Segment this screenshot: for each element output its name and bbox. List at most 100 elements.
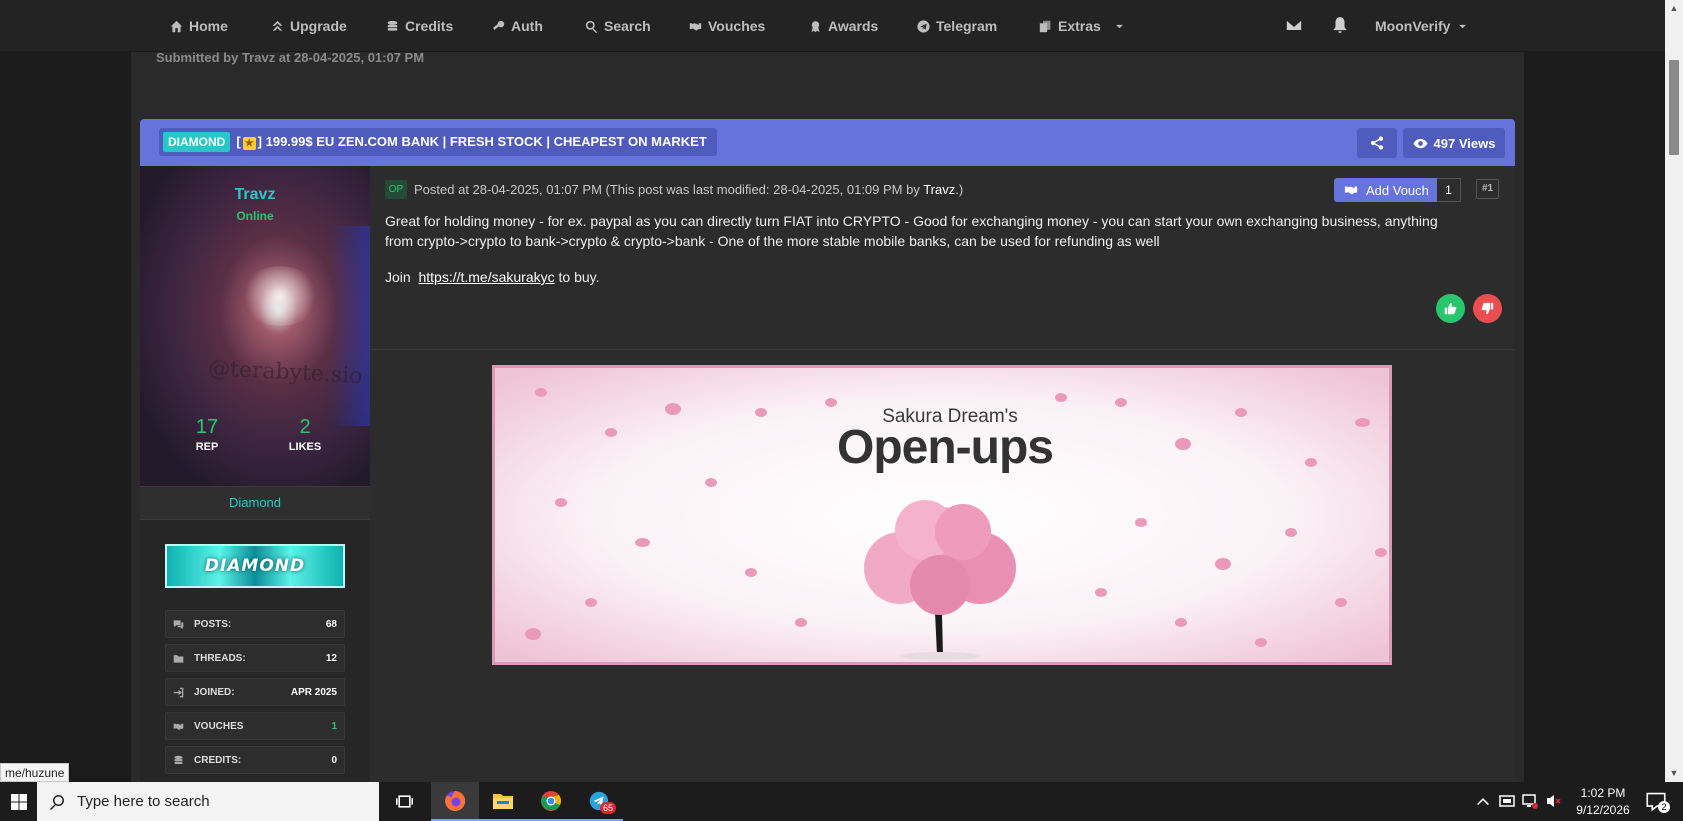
likes-value: 2: [299, 416, 311, 438]
user-menu[interactable]: MoonVerify: [1375, 0, 1467, 52]
diamond-badge: DIAMOND: [163, 132, 231, 152]
thumbs-up-icon: [1444, 302, 1457, 315]
taskbar-file-explorer[interactable]: [479, 782, 527, 821]
upgrade-icon: [272, 20, 283, 31]
scroll-up-arrow[interactable]: ▲: [1669, 3, 1679, 13]
handshake-icon: [173, 723, 184, 730]
nav-label: Vouches: [708, 18, 766, 34]
info-value: APR 2025: [290, 686, 337, 698]
share-button[interactable]: [1357, 128, 1397, 158]
taskbar-search-placeholder: Type here to search: [77, 793, 210, 810]
taskbar-firefox[interactable]: [431, 782, 479, 821]
info-value: 0: [331, 754, 337, 766]
start-button[interactable]: [0, 782, 37, 821]
scroll-down-arrow[interactable]: ▼: [1669, 768, 1679, 778]
join-suffix: to buy.: [558, 269, 600, 285]
post-body: Great for holding money - for ex. paypal…: [385, 213, 1438, 249]
bell-icon[interactable]: [1331, 16, 1351, 36]
folder-icon: [173, 654, 184, 663]
taskbar-search-box[interactable]: Type here to search: [37, 782, 379, 821]
telegram-link[interactable]: https://t.me/sakurakyc: [418, 269, 554, 285]
nav-extras[interactable]: Extras: [1039, 0, 1124, 52]
top-navbar: Home Upgrade Credits Auth Search Vouches…: [0, 0, 1665, 52]
firefox-icon: [445, 790, 466, 811]
info-joined: JOINED: APR 2025: [165, 678, 345, 706]
search-icon: [50, 794, 64, 810]
award-icon: [811, 20, 820, 32]
dislike-button[interactable]: [1473, 294, 1502, 323]
taskbar-telegram[interactable]: 65: [575, 782, 623, 821]
sakura-banner-image: Sakura Dream's Open-ups: [492, 365, 1392, 665]
handshake-icon: [689, 22, 702, 31]
nav-label: Awards: [828, 18, 879, 34]
link-status-url: me/huzune: [0, 763, 70, 782]
nav-home[interactable]: Home: [170, 0, 228, 52]
title-prefix: [: [236, 134, 241, 149]
avatar-watermark: @terabyte.sio: [207, 355, 364, 390]
post-content: OP Posted at 28-04-2025, 01:07 PM (This …: [370, 166, 1515, 786]
online-status: Online: [236, 209, 274, 223]
taskbar-clock[interactable]: 1:02 PM 9/12/2026: [1568, 785, 1638, 819]
info-label: JOINED:: [194, 686, 235, 698]
avatar[interactable]: @terabyte.sio Travz Online 17 REP 2 LIKE…: [140, 166, 370, 486]
thread-title-box: DIAMOND [★] 199.99$ EU ZEN.COM BANK | FR…: [159, 128, 717, 156]
like-button[interactable]: [1436, 294, 1465, 323]
nav-telegram[interactable]: Telegram: [917, 0, 997, 52]
tray-device-icon[interactable]: [1499, 793, 1515, 809]
info-label: THREADS:: [194, 652, 246, 664]
banner-title: Open-ups: [837, 421, 1054, 474]
nav-label: Telegram: [936, 18, 998, 34]
envelope-icon[interactable]: [1285, 16, 1305, 36]
nav-search[interactable]: Search: [585, 0, 651, 52]
scroll-thumb[interactable]: [1669, 60, 1679, 155]
post-divider: [370, 349, 1515, 350]
add-vouch-label: Add Vouch: [1366, 182, 1429, 198]
network-icon[interactable]: [1522, 793, 1538, 809]
nav-upgrade[interactable]: Upgrade: [271, 0, 347, 52]
likes-stat: 2 LIKES: [265, 416, 345, 453]
page-scrollbar[interactable]: ▲ ▼: [1665, 0, 1683, 782]
post-meta: Posted at 28-04-2025, 01:07 PM (This pos…: [414, 182, 963, 197]
key-icon: [493, 20, 505, 30]
info-credits: CREDITS: 0: [165, 746, 345, 774]
post-meta-suffix: .): [955, 182, 964, 197]
info-threads: THREADS: 12: [165, 644, 345, 672]
notification-center-button[interactable]: 2: [1646, 791, 1670, 813]
nav-awards[interactable]: Awards: [809, 0, 878, 52]
star-icon: ★: [242, 137, 256, 150]
views-text: 497 Views: [1433, 135, 1496, 151]
task-view-icon: [395, 795, 413, 808]
user-rank: Diamond: [140, 486, 370, 520]
nav-label: Credits: [405, 18, 454, 34]
folder-icon: [493, 793, 513, 809]
telegram-unread-badge: 65: [600, 802, 617, 814]
likes-label: LIKES: [288, 441, 322, 453]
thread-header: DIAMOND [★] 199.99$ EU ZEN.COM BANK | FR…: [140, 119, 1515, 166]
nav-label: Upgrade: [290, 18, 347, 34]
info-value: 68: [325, 618, 337, 630]
previous-submitted-text: Submitted by Travz at 28-04-2025, 01:07 …: [156, 50, 425, 65]
nav-username: MoonVerify: [1375, 18, 1451, 34]
rank-banner: DIAMOND: [165, 544, 345, 588]
windows-icon: [10, 793, 27, 810]
add-vouch-button[interactable]: Add Vouch: [1334, 178, 1437, 202]
volume-muted-icon[interactable]: [1546, 793, 1562, 809]
username[interactable]: Travz: [140, 186, 370, 204]
taskbar-chrome[interactable]: [527, 782, 575, 821]
nav-auth[interactable]: Auth: [492, 0, 543, 52]
task-view-button[interactable]: [380, 782, 428, 821]
page: Home Upgrade Credits Auth Search Vouches…: [0, 0, 1683, 821]
info-vouches: VOUCHES 1: [165, 712, 345, 740]
nav-vouches[interactable]: Vouches: [689, 0, 765, 52]
post-meta-author[interactable]: Travz: [923, 182, 955, 197]
thread-title: [★] 199.99$ EU ZEN.COM BANK | FRESH STOC…: [236, 134, 707, 150]
info-value[interactable]: 1: [331, 721, 337, 732]
coins-icon: [174, 755, 183, 764]
tray-chevron-up-icon[interactable]: [1475, 793, 1491, 809]
post-number-link[interactable]: #1: [1476, 179, 1499, 199]
sign-in-icon: [173, 687, 184, 697]
info-value: 12: [325, 652, 337, 664]
chrome-icon: [541, 790, 561, 811]
nav-credits[interactable]: Credits: [386, 0, 453, 52]
rep-label: REP: [195, 441, 219, 453]
